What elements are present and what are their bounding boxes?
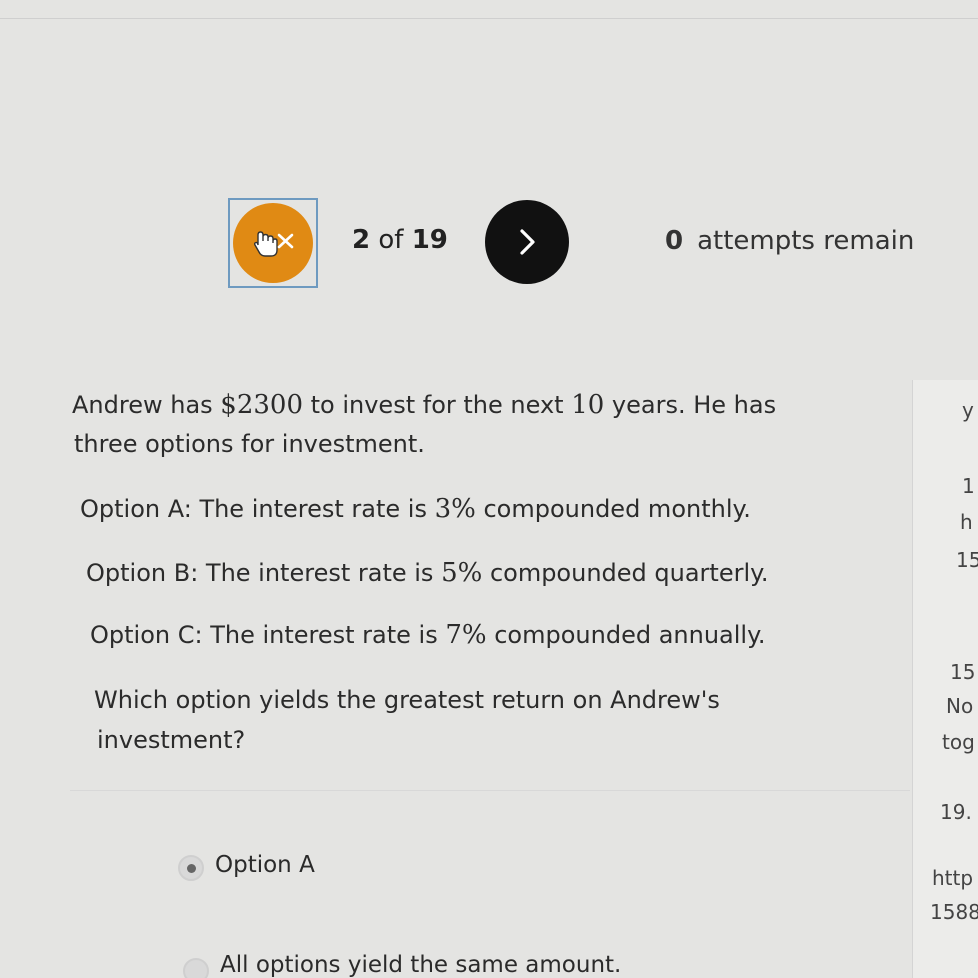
- option-text: Option C: The interest rate is: [90, 621, 446, 649]
- option-text: compounded annually.: [486, 621, 766, 649]
- question-prompt-line-2: investment?: [97, 726, 246, 754]
- top-divider: [0, 18, 978, 19]
- current-question-number: 2: [352, 225, 371, 255]
- side-text: 19.: [940, 800, 972, 824]
- side-text: No: [946, 694, 974, 718]
- option-b-rate: 5%: [441, 558, 483, 588]
- answer-radio-option-a[interactable]: [178, 855, 204, 881]
- question-text: to invest for the next: [303, 391, 572, 419]
- pointer-hand-back-icon: [253, 231, 294, 257]
- side-text: 15: [950, 660, 976, 684]
- side-text: 1588: [930, 900, 978, 924]
- attempts-remaining: 0 attempts remain: [665, 226, 914, 256]
- investment-amount: $2300: [220, 390, 303, 420]
- question-line-1: Andrew has $2300 to invest for the next …: [72, 390, 776, 420]
- question-text: Andrew has: [72, 391, 221, 419]
- side-text: 1: [962, 474, 975, 498]
- attempts-count: 0: [665, 226, 684, 256]
- side-text: 15: [956, 548, 978, 572]
- next-question-button[interactable]: [485, 200, 569, 284]
- radio-selected-dot: [186, 863, 196, 873]
- total-questions-number: 19: [411, 225, 448, 255]
- side-link-text[interactable]: http: [932, 866, 973, 890]
- answers-divider: [70, 790, 910, 791]
- attempts-label: attempts remain: [697, 226, 915, 256]
- back-button-focus-frame: [228, 198, 318, 288]
- question-text: years. He has: [604, 391, 777, 419]
- question-counter: 2 of 19: [352, 225, 448, 255]
- question-line-2: three options for investment.: [74, 430, 425, 458]
- option-text: compounded monthly.: [475, 495, 751, 523]
- option-a-rate: 3%: [434, 494, 476, 524]
- side-text: y: [962, 398, 974, 422]
- answer-radio-same-amount[interactable]: [183, 958, 209, 978]
- previous-question-button[interactable]: [233, 203, 313, 283]
- chevron-right-icon: [520, 229, 535, 255]
- option-a-description: Option A: The interest rate is 3% compou…: [80, 494, 751, 524]
- question-prompt-line-1: Which option yields the greatest return …: [94, 686, 720, 714]
- side-text: h: [960, 510, 973, 534]
- option-text: compounded quarterly.: [482, 559, 769, 587]
- side-text: tog: [942, 730, 975, 754]
- option-text: Option A: The interest rate is: [80, 495, 435, 523]
- option-c-description: Option C: The interest rate is 7% compou…: [90, 620, 766, 650]
- option-c-rate: 7%: [445, 620, 487, 650]
- of-label: of: [378, 225, 404, 255]
- option-b-description: Option B: The interest rate is 5% compou…: [86, 558, 769, 588]
- investment-years: 10: [571, 390, 605, 420]
- answer-label-same-amount[interactable]: All options yield the same amount.: [220, 952, 621, 978]
- answer-label-option-a[interactable]: Option A: [215, 852, 315, 878]
- option-text: Option B: The interest rate is: [86, 559, 442, 587]
